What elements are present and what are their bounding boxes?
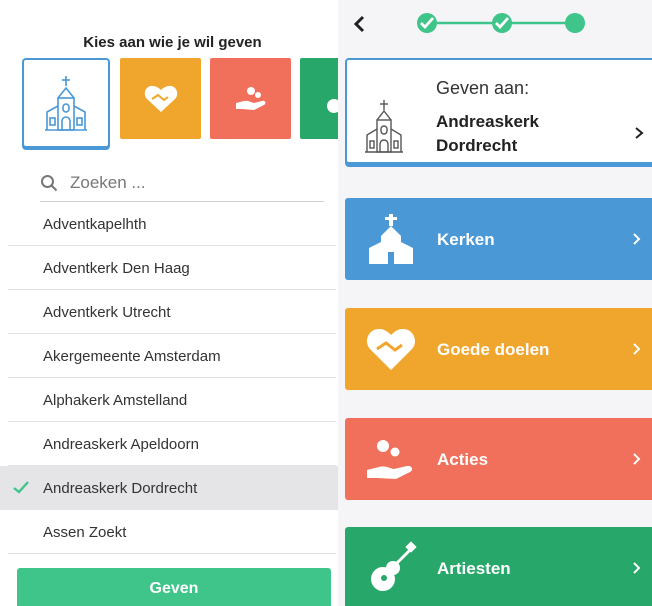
list-item-label: Andreaskerk Apeldoorn <box>43 435 199 453</box>
chevron-right-icon <box>633 562 641 574</box>
church-icon <box>45 76 87 131</box>
list-item-label: Alphakerk Amstelland <box>43 391 188 409</box>
chevron-right-icon <box>633 343 641 355</box>
church-icon <box>365 100 403 153</box>
list-item[interactable]: Assen Zoekt <box>0 510 338 554</box>
geven-button[interactable]: Geven <box>17 568 331 606</box>
category-artiesten[interactable]: Artiesten <box>345 527 652 606</box>
guitar-icon <box>371 541 417 591</box>
tile-acties[interactable] <box>210 58 291 139</box>
list-item-label: Assen Zoekt <box>43 523 127 541</box>
guitar-icon <box>326 98 338 113</box>
list-item-label: Adventkerk Utrecht <box>43 303 171 321</box>
summary-label: Geven aan: <box>436 78 530 98</box>
heart-handshake-icon <box>366 328 416 370</box>
category-label: Artiesten <box>437 559 511 578</box>
list-item[interactable]: Andreaskerk Apeldoorn <box>0 422 338 466</box>
category-tiles <box>22 58 338 150</box>
category-acties[interactable]: Acties <box>345 418 652 500</box>
category-kerken[interactable]: Kerken <box>345 198 652 280</box>
chevron-right-icon <box>635 127 644 139</box>
list-item-label: Andreaskerk Dordrecht <box>43 479 198 497</box>
chevron-right-icon <box>633 453 641 465</box>
summary-name-line2: Dordrecht <box>436 136 518 155</box>
chevron-right-icon <box>633 233 641 245</box>
heart-handshake-icon <box>144 85 177 112</box>
list-item[interactable]: Adventkapelhth <box>0 202 338 246</box>
list-item[interactable]: Adventkerk Den Haag <box>0 246 338 290</box>
check-icon <box>13 481 29 494</box>
search-field[interactable] <box>40 164 324 202</box>
church-icon <box>369 214 413 264</box>
search-input[interactable] <box>70 172 290 193</box>
step-1-done <box>417 13 437 33</box>
step-2-done <box>492 13 512 33</box>
list-item[interactable]: Adventkerk Utrecht <box>0 290 338 334</box>
recipient-picker-panel: Kies aan wie je wil geven Zoeken ... Adv… <box>0 0 338 606</box>
category-label: Kerken <box>437 230 495 249</box>
category-label: Acties <box>437 450 489 469</box>
list-item[interactable]: Alphakerk Amstelland <box>0 378 338 422</box>
list-item[interactable]: Akergemeente Amsterdam <box>0 334 338 378</box>
hand-coins-icon <box>367 440 413 479</box>
list-item-label: Adventkerk Den Haag <box>43 259 190 277</box>
tile-artiesten[interactable] <box>300 58 338 139</box>
recipient-summary-card[interactable]: Geven aan: Andreaskerk Dordrecht <box>345 58 652 164</box>
step-progress <box>417 13 585 33</box>
tile-kerken[interactable] <box>22 58 110 148</box>
overview-panel: Geven aan: Andreaskerk Dordrecht Kerken … <box>338 0 652 606</box>
list-item-label: Adventkapelhth <box>43 215 147 233</box>
summary-recipient-name: Andreaskerk Dordrecht <box>436 110 606 158</box>
category-goede-doelen[interactable]: Goede doelen <box>345 308 652 390</box>
search-icon <box>41 174 58 191</box>
tile-goede-doelen[interactable] <box>120 58 201 139</box>
picker-title: Kies aan wie je wil geven <box>83 34 262 51</box>
list-item-selected[interactable]: Andreaskerk Dordrecht <box>0 466 338 510</box>
church-list: Adventkapelhth Adventkerk Den Haag Adven… <box>0 202 338 554</box>
step-3-current <box>565 13 585 33</box>
category-label: Goede doelen <box>437 340 550 359</box>
hand-coins-icon <box>235 86 265 110</box>
list-item-label: Akergemeente Amsterdam <box>43 347 221 365</box>
summary-name-line1: Andreaskerk <box>436 112 540 131</box>
back-arrow-icon[interactable] <box>350 13 370 35</box>
